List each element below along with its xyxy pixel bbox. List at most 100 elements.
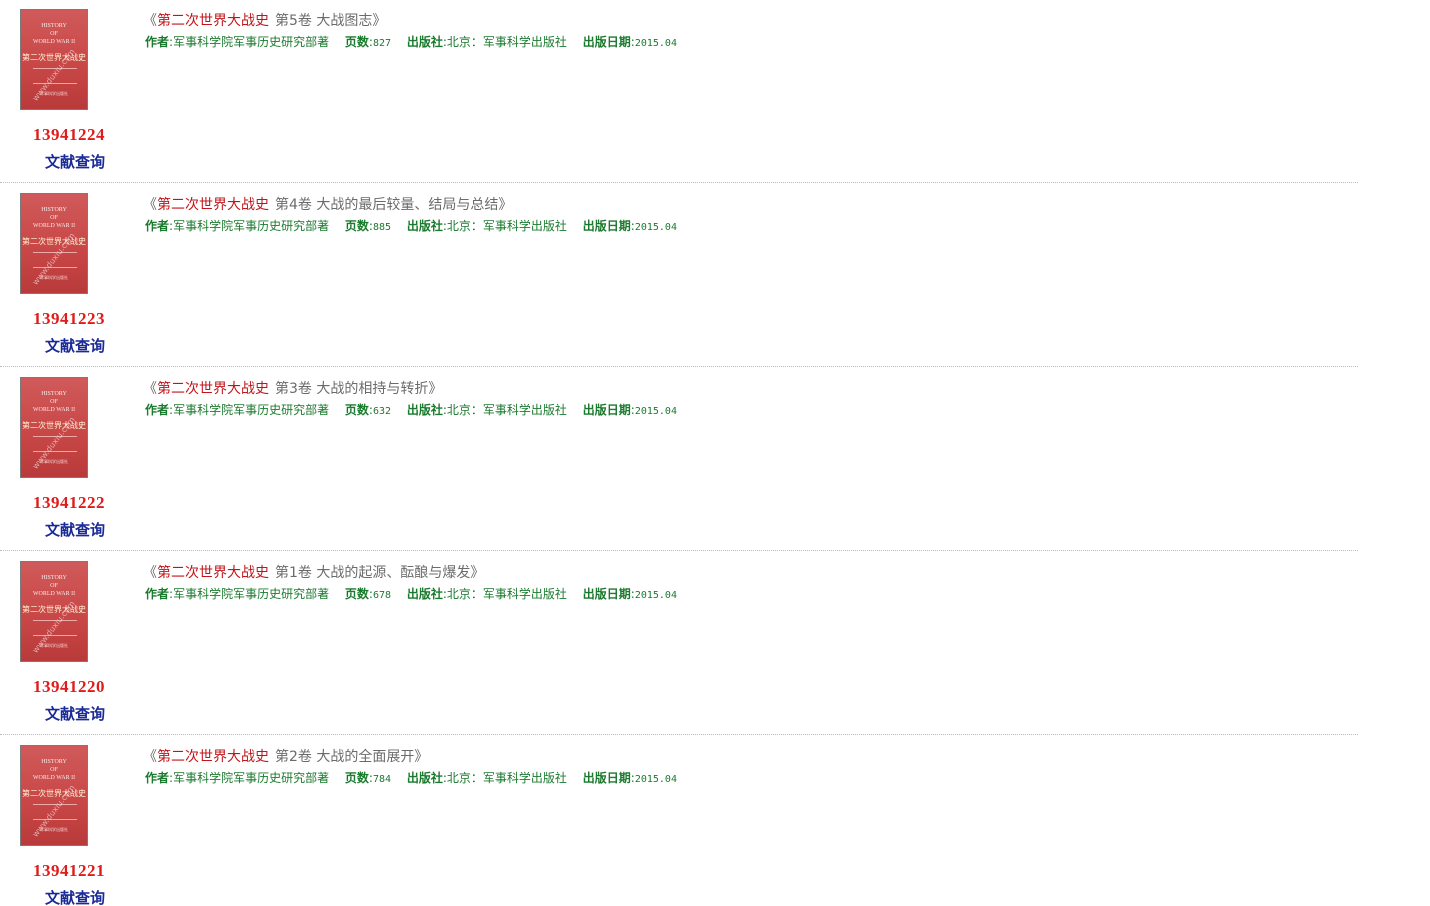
pages-value: 885 [372, 222, 392, 233]
entry-divider [0, 550, 1358, 551]
publisher-value: 北京：军事科学出版社 [446, 35, 567, 49]
author-label: 作者 [145, 771, 170, 785]
cover-publisher: 军事科学出版社 [40, 827, 68, 832]
book-series-link[interactable]: 第二次世界大战史 [157, 197, 269, 213]
pages-label: 页数 [344, 771, 369, 785]
book-series-link[interactable]: 第二次世界大战史 [157, 13, 269, 29]
publisher-value: 北京：军事科学出版社 [446, 219, 567, 233]
publisher-label: 出版社 [406, 403, 443, 417]
cover-publisher: 军事科学出版社 [40, 643, 68, 648]
cover-publisher: 军事科学出版社 [40, 459, 68, 464]
title-quote-close: 》 [372, 13, 387, 29]
pages-value: 678 [372, 590, 392, 601]
entry-divider [0, 366, 1358, 367]
title-quote-open: 《 [143, 197, 157, 213]
book-volume-title: 第5卷 大战图志 [275, 13, 373, 29]
book-ssid: 13941224 [33, 125, 105, 144]
date-label: 出版日期 [582, 771, 631, 785]
publisher-label: 出版社 [406, 219, 443, 233]
pages-label: 页数 [344, 403, 369, 417]
title-quote-close: 》 [428, 381, 443, 397]
author-label: 作者 [145, 35, 170, 49]
book-entry: HISTORY OF WORLD WAR II 第二次世界大战史 www.dux… [0, 368, 1358, 552]
book-result-list: HISTORY OF WORLD WAR II 第二次世界大战史 www.dux… [0, 0, 1430, 906]
publisher-value: 北京：军事科学出版社 [446, 403, 567, 417]
date-value: 2015.04 [634, 38, 677, 49]
date-value: 2015.04 [634, 774, 677, 785]
publisher-label: 出版社 [406, 35, 443, 49]
pages-value: 827 [372, 38, 392, 49]
title-quote-open: 《 [143, 381, 157, 397]
book-series-link[interactable]: 第二次世界大战史 [157, 565, 269, 581]
book-cover-thumbnail[interactable]: HISTORY OF WORLD WAR II 第二次世界大战史 www.dux… [20, 377, 88, 478]
book-volume-title: 第3卷 大战的相持与转折 [275, 381, 429, 397]
document-query-link[interactable]: 文献查询 [45, 151, 105, 172]
book-entry: HISTORY OF WORLD WAR II 第二次世界大战史 www.dux… [0, 552, 1358, 736]
title-quote-open: 《 [143, 13, 157, 29]
book-metadata: 作者:军事科学院军事历史研究部著 页数:678 出版社:北京：军事科学出版社 出… [145, 585, 689, 602]
publisher-label: 出版社 [406, 587, 443, 601]
book-volume-title: 第1卷 大战的起源、酝酿与爆发 [275, 565, 471, 581]
pages-label: 页数 [344, 35, 369, 49]
book-title: 《第二次世界大战史 第5卷 大战图志》 [143, 10, 386, 30]
author-label: 作者 [145, 219, 170, 233]
entry-divider [0, 182, 1358, 183]
book-title: 《第二次世界大战史 第4卷 大战的最后较量、结局与总结》 [143, 194, 512, 214]
book-cover-thumbnail[interactable]: HISTORY OF WORLD WAR II 第二次世界大战史 www.dux… [20, 745, 88, 846]
date-value: 2015.04 [634, 590, 677, 601]
book-entry: HISTORY OF WORLD WAR II 第二次世界大战史 www.dux… [0, 736, 1358, 906]
book-ssid: 13941220 [33, 677, 105, 696]
date-label: 出版日期 [582, 587, 631, 601]
book-cover-thumbnail[interactable]: HISTORY OF WORLD WAR II 第二次世界大战史 www.dux… [20, 9, 88, 110]
book-entry: HISTORY OF WORLD WAR II 第二次世界大战史 www.dux… [0, 184, 1358, 368]
pages-label: 页数 [344, 219, 369, 233]
title-quote-close: 》 [470, 565, 485, 581]
cover-publisher: 军事科学出版社 [40, 91, 68, 96]
author-value: 军事科学院军事历史研究部著 [173, 35, 330, 49]
cover-title-cn: 第二次世界大战史 [22, 237, 86, 246]
entry-divider [0, 734, 1358, 735]
book-series-link[interactable]: 第二次世界大战史 [157, 381, 269, 397]
book-volume-title: 第4卷 大战的最后较量、结局与总结 [275, 197, 499, 213]
document-query-link[interactable]: 文献查询 [45, 335, 105, 356]
document-query-link[interactable]: 文献查询 [45, 519, 105, 540]
cover-title-cn: 第二次世界大战史 [22, 789, 86, 798]
book-series-link[interactable]: 第二次世界大战史 [157, 749, 269, 765]
book-entry: HISTORY OF WORLD WAR II 第二次世界大战史 www.dux… [0, 0, 1358, 184]
publisher-value: 北京：军事科学出版社 [446, 771, 567, 785]
cover-title-cn: 第二次世界大战史 [22, 53, 86, 62]
book-title: 《第二次世界大战史 第2卷 大战的全面展开》 [143, 746, 428, 766]
cover-publisher: 军事科学出版社 [40, 275, 68, 280]
author-value: 军事科学院军事历史研究部著 [173, 219, 330, 233]
title-quote-close: 》 [498, 197, 513, 213]
date-label: 出版日期 [582, 219, 631, 233]
date-value: 2015.04 [634, 406, 677, 417]
book-cover-thumbnail[interactable]: HISTORY OF WORLD WAR II 第二次世界大战史 www.dux… [20, 193, 88, 294]
cover-title-cn: 第二次世界大战史 [22, 605, 86, 614]
title-quote-open: 《 [143, 749, 157, 765]
book-metadata: 作者:军事科学院军事历史研究部著 页数:885 出版社:北京：军事科学出版社 出… [145, 217, 689, 234]
pages-value: 632 [372, 406, 392, 417]
book-title: 《第二次世界大战史 第3卷 大战的相持与转折》 [143, 378, 442, 398]
book-metadata: 作者:军事科学院军事历史研究部著 页数:784 出版社:北京：军事科学出版社 出… [145, 769, 689, 786]
title-quote-open: 《 [143, 565, 157, 581]
date-label: 出版日期 [582, 403, 631, 417]
document-query-link[interactable]: 文献查询 [45, 887, 105, 906]
author-label: 作者 [145, 587, 170, 601]
date-label: 出版日期 [582, 35, 631, 49]
document-query-link[interactable]: 文献查询 [45, 703, 105, 724]
book-ssid: 13941223 [33, 309, 105, 328]
pages-label: 页数 [344, 587, 369, 601]
author-value: 军事科学院军事历史研究部著 [173, 587, 330, 601]
book-cover-thumbnail[interactable]: HISTORY OF WORLD WAR II 第二次世界大战史 www.dux… [20, 561, 88, 662]
book-metadata: 作者:军事科学院军事历史研究部著 页数:632 出版社:北京：军事科学出版社 出… [145, 401, 689, 418]
book-title: 《第二次世界大战史 第1卷 大战的起源、酝酿与爆发》 [143, 562, 484, 582]
author-value: 军事科学院军事历史研究部著 [173, 403, 330, 417]
book-ssid: 13941222 [33, 493, 105, 512]
book-volume-title: 第2卷 大战的全面展开 [275, 749, 415, 765]
pages-value: 784 [372, 774, 392, 785]
cover-title-cn: 第二次世界大战史 [22, 421, 86, 430]
date-value: 2015.04 [634, 222, 677, 233]
book-ssid: 13941221 [33, 861, 105, 880]
title-quote-close: 》 [414, 749, 429, 765]
